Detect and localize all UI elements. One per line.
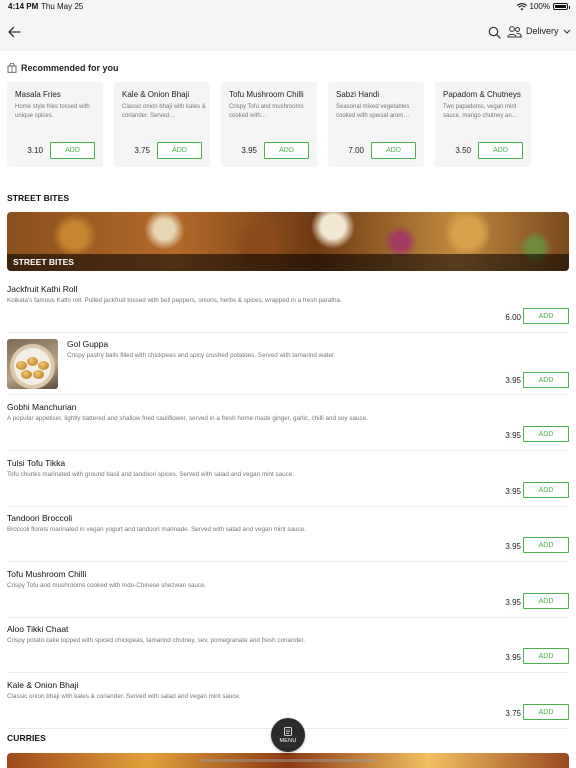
menu-item-desc: Classic onion bhaji with kales & coriand… (7, 693, 241, 700)
add-button[interactable]: ADD (523, 308, 569, 324)
add-button[interactable]: ADD (523, 482, 569, 498)
recommended-card-price: 3.95 (241, 146, 257, 155)
chevron-down-icon (563, 29, 570, 34)
add-button[interactable]: ADD (523, 426, 569, 442)
menu-item-price: 3.95 (505, 653, 521, 662)
recommended-card-name: Papadom & Chutneys (443, 90, 521, 99)
shopping-bag-icon (7, 63, 17, 73)
recommended-header: Recommended for you (7, 63, 119, 73)
section-title-curries: CURRIES (7, 733, 46, 743)
recommended-card-price: 3.50 (455, 146, 471, 155)
menu-item-name: Aloo Tikki Chaat (7, 624, 69, 634)
menu-item-price: 3.95 (505, 431, 521, 440)
back-arrow-icon[interactable] (6, 24, 22, 40)
menu-item[interactable]: Gol Guppa Crispy pastry balls filled wit… (7, 333, 569, 395)
menu-item-desc: Broccoli florets marinated in vegan yogu… (7, 526, 306, 533)
menu-item-price: 3.95 (505, 598, 521, 607)
menu-item-desc: Crispy potato cake topped with spiced ch… (7, 637, 305, 644)
users-icon[interactable] (507, 25, 522, 39)
menu-item-name: Tofu Mushroom Chilli (7, 569, 87, 579)
menu-item-desc: Tofu chunks marinated with ground basil … (7, 471, 295, 478)
menu-item[interactable]: Gobhi Manchurian A popular appetiser, li… (7, 396, 569, 451)
menu-item-name: Kale & Onion Bhaji (7, 680, 79, 690)
menu-item-name: Tandoori Broccoli (7, 513, 73, 523)
delivery-dropdown[interactable]: Delivery (526, 26, 571, 36)
battery-icon (553, 3, 570, 10)
recommended-card-price: 3.10 (27, 146, 43, 155)
add-button[interactable]: ADD (523, 704, 569, 720)
street-bites-banner-image: STREET BITES (7, 212, 569, 271)
recommended-card-name: Masala Fries (15, 90, 61, 99)
menu-item-desc: Kolkata's famous Kathi roll. Pulled jack… (7, 297, 342, 304)
delivery-label: Delivery (526, 26, 559, 36)
menu-item-name: Gobhi Manchurian (7, 402, 77, 412)
add-button[interactable]: ADD (478, 142, 523, 159)
add-button[interactable]: ADD (371, 142, 416, 159)
recommended-card[interactable]: Masala Fries Home style fries tossed wit… (7, 82, 103, 167)
add-button[interactable]: ADD (523, 648, 569, 664)
menu-item-price: 3.95 (505, 487, 521, 496)
menu-item[interactable]: Jackfruit Kathi Roll Kolkata's famous Ka… (7, 278, 569, 333)
document-icon (284, 726, 292, 736)
menu-item[interactable]: Tofu Mushroom Chilli Crispy Tofu and mus… (7, 563, 569, 618)
recommended-card[interactable]: Papadom & Chutneys Two papadoms, vegan m… (435, 82, 531, 167)
recommended-card[interactable]: Tofu Mushroom Chilli Crispy Tofu and mus… (221, 82, 317, 167)
wifi-icon (516, 2, 527, 10)
recommended-card-name: Sabzi Handi (336, 90, 380, 99)
menu-item-name: Tulsi Tofu Tikka (7, 458, 66, 468)
search-icon[interactable] (488, 26, 501, 39)
add-button[interactable]: ADD (523, 537, 569, 553)
add-button[interactable]: ADD (523, 372, 569, 388)
recommended-title: Recommended for you (21, 63, 119, 73)
recommended-card-desc: Classic onion bhaji with kales & coriand… (122, 104, 206, 119)
menu-item-name: Jackfruit Kathi Roll (7, 284, 78, 294)
status-time: 4:14 PM (8, 2, 39, 11)
home-indicator[interactable] (200, 759, 376, 762)
menu-item-name: Gol Guppa (67, 339, 109, 349)
status-bar: 4:14 PM Thu May 25 100% (0, 0, 576, 14)
battery-percent: 100% (529, 2, 550, 11)
menu-item-price: 6.00 (505, 313, 521, 322)
add-button[interactable]: ADD (264, 142, 309, 159)
banner-label: STREET BITES (7, 254, 569, 271)
recommended-card-desc: Crispy Tofu and mushrooms cooked with… (229, 104, 304, 119)
recommended-card-desc: Two papadoms, vegan mint sauce, mango ch… (443, 104, 518, 119)
add-button[interactable]: ADD (50, 142, 95, 159)
section-title-street-bites: STREET BITES (7, 193, 70, 203)
recommended-card[interactable]: Sabzi Handi Seasonal mixed vegetables co… (328, 82, 424, 167)
recommended-card-price: 3.75 (134, 146, 150, 155)
menu-fab-label: MENU (279, 737, 297, 744)
recommended-card-price: 7.00 (348, 146, 364, 155)
recommended-card-name: Kale & Onion Bhaji (122, 90, 190, 99)
recommended-card-desc: Seasonal mixed vegetables cooked with sp… (336, 104, 410, 119)
menu-item-price: 3.95 (505, 542, 521, 551)
menu-item-desc: Crispy pastry balls filled with chickpea… (67, 352, 336, 359)
status-right: 100% (516, 2, 570, 11)
add-button[interactable]: ADD (157, 142, 202, 159)
recommended-card-name: Tofu Mushroom Chilli (229, 90, 304, 99)
menu-item[interactable]: Tulsi Tofu Tikka Tofu chunks marinated w… (7, 452, 569, 507)
menu-fab-button[interactable]: MENU (271, 718, 305, 752)
menu-item[interactable]: Aloo Tikki Chaat Crispy potato cake topp… (7, 618, 569, 673)
menu-item-price: 3.95 (505, 376, 521, 385)
menu-item-desc: A popular appetiser, lightly battered an… (7, 415, 368, 422)
recommended-card[interactable]: Kale & Onion Bhaji Classic onion bhaji w… (114, 82, 210, 167)
menu-item[interactable]: Tandoori Broccoli Broccoli florets marin… (7, 507, 569, 562)
gol-guppa-image (7, 339, 58, 389)
top-nav: Delivery (0, 14, 576, 51)
status-date: Thu May 25 (41, 2, 84, 11)
add-button[interactable]: ADD (523, 593, 569, 609)
menu-item-desc: Crispy Tofu and mushrooms cooked with In… (7, 582, 207, 589)
menu-item-price: 3.75 (505, 709, 521, 718)
recommended-card-desc: Home style fries tossed with unique spic… (15, 104, 90, 119)
